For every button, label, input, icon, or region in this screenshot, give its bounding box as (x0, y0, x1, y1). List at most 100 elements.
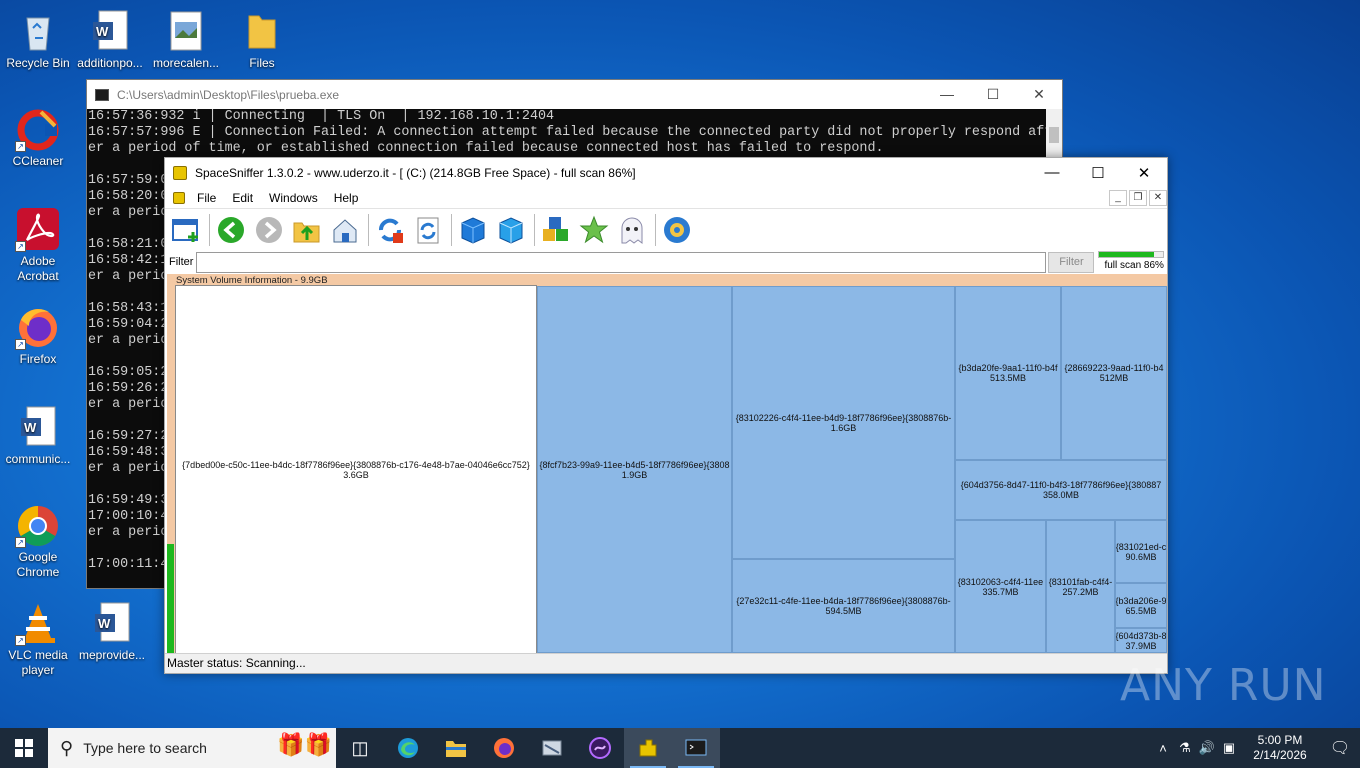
cell-name: {83101fab-c4f4- (1048, 576, 1113, 587)
tags-cubes-icon[interactable] (539, 213, 573, 247)
desktop-icon-adobe-acrobat[interactable]: ↗ Adobe Acrobat (0, 206, 76, 284)
more-detail-cube-icon[interactable] (494, 213, 528, 247)
maximize-button[interactable]: ☐ (1075, 164, 1121, 182)
close-button[interactable]: ✕ (1016, 86, 1062, 103)
settings-gear-icon[interactable] (660, 213, 694, 247)
cell-size: 335.7MB (982, 586, 1019, 597)
image-file-icon (163, 8, 209, 54)
gift-boxes-icon[interactable]: 🎁🎁 (277, 732, 332, 758)
firefox-taskbar-icon[interactable] (480, 728, 528, 768)
scrollbar-thumb[interactable] (1049, 127, 1059, 143)
desktop-icon-additionpo[interactable]: W additionpo... (72, 8, 148, 71)
scan-progress-bar (1098, 251, 1165, 258)
treemap-cell[interactable]: {83102226-c4f4-11ee-b4d9-18f7786f96ee}{3… (732, 286, 955, 559)
search-icon: ⚲ (60, 737, 74, 758)
treemap-cell[interactable]: {604d373b-8 37.9MB (1115, 628, 1167, 653)
ghost-icon[interactable] (615, 213, 649, 247)
task-view-icon[interactable]: ◫ (336, 728, 384, 768)
desktop-icon-google-chrome[interactable]: ↗ Google Chrome (0, 502, 76, 580)
shortcut-arrow-icon: ↗ (15, 537, 26, 548)
cell-name: {28669223-9aad-11f0-b4 (1064, 363, 1164, 373)
less-detail-cube-icon[interactable] (456, 213, 490, 247)
filter-button[interactable]: Filter (1048, 251, 1095, 273)
treemap-cell[interactable]: {8fcf7b23-99a9-11ee-b4d5-18f7786f96ee}{3… (537, 286, 732, 653)
spacesniffer-titlebar[interactable]: SpaceSniffer 1.3.0.2 - www.uderzo.it - [… (165, 158, 1167, 188)
folder-up-icon[interactable] (290, 213, 324, 247)
toolbar-separator (209, 213, 210, 246)
console-titlebar[interactable]: C:\Users\admin\Desktop\Files\prueba.exe … (87, 80, 1062, 109)
treemap-cell[interactable]: {831021ed-c 90.6MB (1115, 520, 1167, 583)
desktop-icon-label: VLC media player (8, 648, 68, 677)
taskbar-search-box[interactable]: ⚲ Type here to search 🎁🎁 (48, 728, 336, 768)
desktop-icon-communic[interactable]: W communic... (0, 404, 76, 467)
treemap-cell[interactable]: {83101fab-c4f4- 257.2MB (1046, 520, 1115, 653)
network-icon[interactable]: ⚗ (1174, 740, 1196, 756)
desktop-icon-ccleaner[interactable]: ↗ CCleaner (0, 106, 76, 169)
scan-progress-label: full scan 86% (1104, 260, 1164, 271)
treemap-cell[interactable]: {604d3756-8d47-11f0-b4f3-18f7786f96ee}{3… (955, 460, 1167, 520)
start-button[interactable] (0, 728, 48, 768)
back-arrow-icon[interactable] (214, 213, 248, 247)
treemap[interactable]: System Volume Information - 9.9GB {7dbed… (167, 274, 1167, 654)
treemap-cell[interactable]: {28669223-9aad-11f0-b4 512MB (1061, 286, 1167, 460)
close-button[interactable]: ✕ (1121, 164, 1167, 182)
toolbar-separator (368, 213, 369, 246)
minimize-button[interactable]: — (924, 86, 970, 103)
new-view-icon[interactable] (169, 213, 203, 247)
filter-label: Filter (169, 256, 194, 268)
menu-app-icon[interactable] (173, 192, 185, 204)
treemap-cell[interactable]: {b3da20fe-9aa1-11f0-b4f 513.5MB (955, 286, 1061, 460)
purple-app-icon[interactable] (576, 728, 624, 768)
toolbar-separator (451, 213, 452, 246)
menu-help[interactable]: Help (326, 191, 367, 205)
refresh-icon[interactable] (373, 213, 407, 247)
mdi-close-button[interactable]: ✕ (1149, 190, 1167, 206)
cell-name: {b3da206e-9 (1115, 595, 1167, 606)
toolbar (165, 208, 1167, 250)
desktop-icon-label: Files (249, 56, 275, 70)
cell-name: {83102063-c4f4-11ee (957, 576, 1044, 587)
volume-icon[interactable]: 🔊 (1196, 740, 1218, 756)
notification-icon[interactable]: 🗨 (1320, 738, 1360, 758)
home-icon[interactable] (328, 213, 362, 247)
favorite-star-icon[interactable] (577, 213, 611, 247)
desktop-icon-firefox[interactable]: ↗ Firefox (0, 304, 76, 367)
minimize-button[interactable]: — (1029, 164, 1075, 182)
cell-size: 65.5MB (1125, 605, 1157, 616)
svg-text:W: W (96, 24, 109, 39)
rescan-icon[interactable] (411, 213, 445, 247)
desktop-icon-vlc[interactable]: ↗ VLC media player (0, 600, 76, 678)
spacesniffer-taskbar-icon[interactable] (624, 728, 672, 768)
mdi-minimize-button[interactable]: _ (1109, 190, 1127, 206)
treemap-cell[interactable]: {b3da206e-9 65.5MB (1115, 583, 1167, 628)
file-explorer-icon[interactable] (432, 728, 480, 768)
desktop-icon-recycle-bin[interactable]: Recycle Bin (0, 8, 76, 71)
forward-arrow-icon[interactable] (252, 213, 286, 247)
console-scrollbar[interactable] (1046, 109, 1062, 157)
spacesniffer-window[interactable]: SpaceSniffer 1.3.0.2 - www.uderzo.it - [… (164, 157, 1168, 674)
treemap-cell[interactable]: {27e32c11-c4fe-11ee-b4da-18f7786f96ee}{3… (732, 559, 955, 653)
taskbar-clock[interactable]: 5:00 PM 2/14/2026 (1240, 733, 1320, 763)
treemap-cell[interactable]: {83102063-c4f4-11ee 335.7MB (955, 520, 1046, 653)
display-icon[interactable]: ▣ (1218, 740, 1240, 756)
scan-progress: full scan 86% (1098, 251, 1165, 273)
menu-edit[interactable]: Edit (224, 191, 261, 205)
mdi-restore-button[interactable]: ❐ (1129, 190, 1147, 206)
treemap-cell[interactable]: {7dbed00e-c50c-11ee-b4dc-18f7786f96ee}{3… (175, 285, 537, 654)
maximize-button[interactable]: ☐ (970, 86, 1016, 103)
console-taskbar-icon[interactable] (672, 728, 720, 768)
chevron-up-icon[interactable]: ˄ (1152, 741, 1174, 756)
cell-size: 1.6GB (830, 422, 857, 433)
menu-windows[interactable]: Windows (261, 191, 326, 205)
filter-input[interactable] (196, 251, 1047, 273)
cell-name: {b3da20fe-9aa1-11f0-b4f (958, 363, 1058, 373)
desktop-icon-files[interactable]: Files (224, 8, 300, 71)
desktop-icon-meprovide[interactable]: W meprovide... (74, 600, 150, 663)
word-document-icon: W (87, 8, 133, 54)
edge-browser-icon[interactable] (384, 728, 432, 768)
cell-size: 512MB (1099, 373, 1129, 383)
menu-file[interactable]: File (189, 191, 224, 205)
app-window-icon[interactable] (528, 728, 576, 768)
desktop-icon-morecalen[interactable]: morecalen... (148, 8, 224, 71)
console-app-icon (95, 88, 109, 101)
